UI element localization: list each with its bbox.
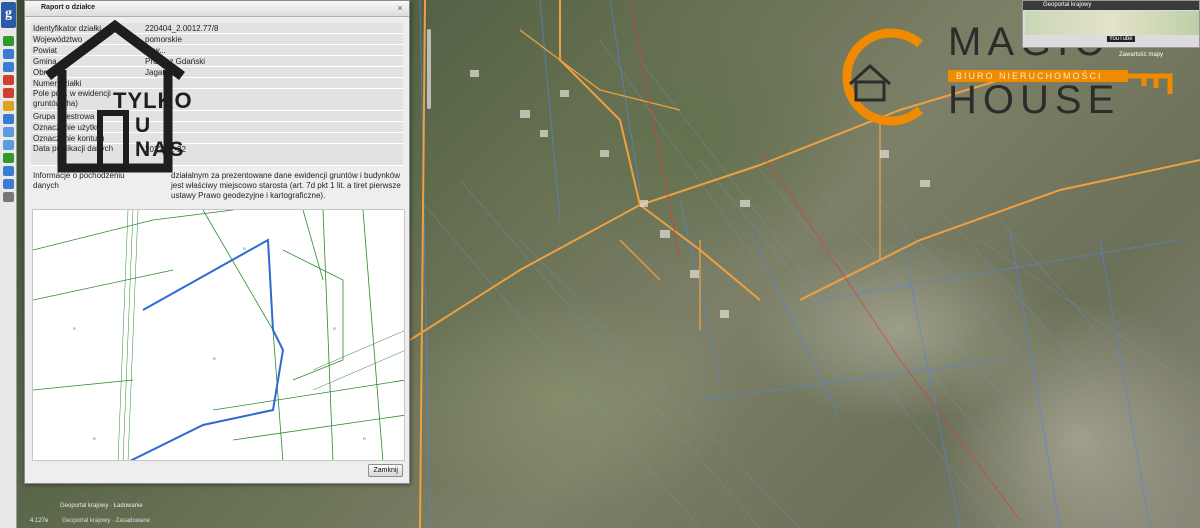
youtube-link[interactable]: YouTube [1107,36,1135,42]
dialog-title: Raport o działce [25,1,409,17]
dialog-scrollbar[interactable] [427,29,431,109]
print-tool-icon[interactable] [3,75,14,85]
key-logo-icon [842,28,923,126]
draw-tool-icon[interactable] [3,101,14,111]
close-button[interactable]: Zamknij [368,464,403,477]
key-teeth-icon [1126,73,1173,94]
brand-house: HOUSE [948,78,1121,122]
back-arrow-icon[interactable] [3,166,14,176]
svg-text:R: R [333,326,336,331]
svg-text:R: R [213,356,216,361]
cadastral-map-preview: R R R R R R [32,209,405,461]
geoportal-logo[interactable]: g [1,2,16,28]
globe-icon[interactable] [3,153,14,163]
badge-line1: TYLKO [113,88,193,113]
close-icon[interactable]: × [395,3,405,13]
badge-line2: U NAS [135,114,186,161]
svg-text:R: R [243,246,246,251]
svg-text:R: R [93,436,96,441]
zoom-out-icon[interactable] [3,140,14,150]
forward-arrow-icon[interactable] [3,179,14,189]
widget-title: Geoportal krajowy [1023,1,1199,10]
info-tool-icon[interactable] [3,36,14,46]
settings-icon[interactable] [3,192,14,202]
layers-tool-icon[interactable] [3,49,14,59]
overview-map[interactable] [1025,11,1199,35]
map-toolbar: g [0,0,17,528]
exclusive-offer-badge: TYLKO U NAS [40,18,193,178]
cadastral-lines: R R R R R R [33,210,404,460]
measure-tool-icon[interactable] [3,88,14,98]
svg-text:R: R [73,326,76,331]
map-content-button[interactable]: Zawartość mapy [1119,52,1163,58]
select-tool-icon[interactable] [3,114,14,124]
zoom-in-icon[interactable] [3,127,14,137]
status-line-2: Geoportal krajowy · Zasadowane [62,518,151,524]
search-tool-icon[interactable] [3,62,14,72]
coordinates-readout: 4.127e [30,518,49,524]
svg-text:R: R [363,436,366,441]
status-line: Geoportal krajowy · Ładowanie [60,503,143,509]
data-source-text: działalnym za prezentowane dane ewidencj… [171,171,401,200]
